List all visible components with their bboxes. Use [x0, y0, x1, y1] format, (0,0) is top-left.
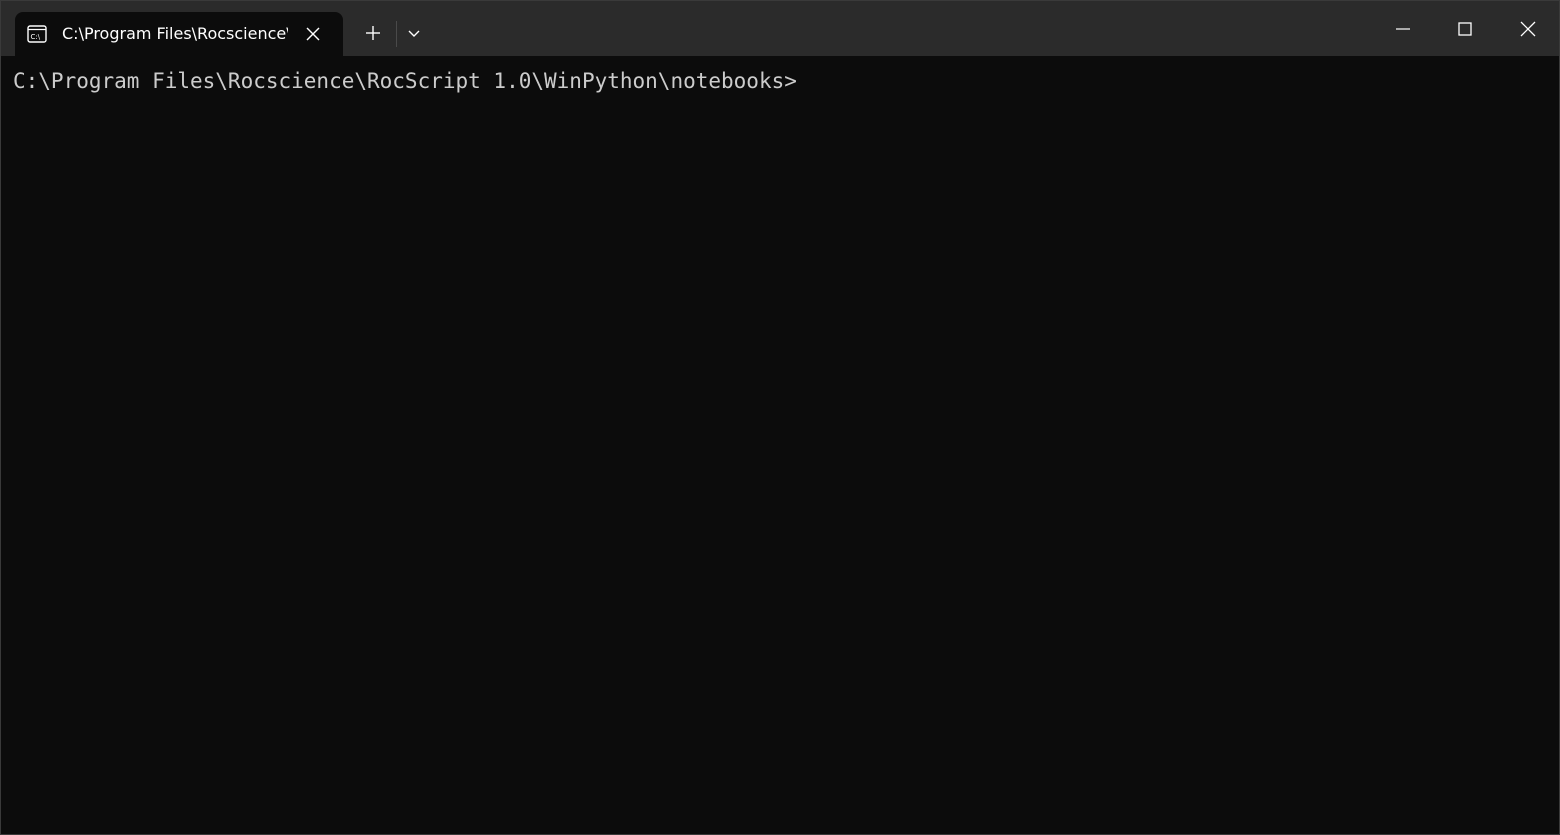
terminal-output[interactable]: C:\Program Files\Rocscience\RocScript 1.… [1, 56, 1559, 834]
tab-command-prompt[interactable]: C:\ C:\Program Files\Rocscience\RocScrip… [15, 12, 343, 56]
tab-separator [396, 21, 397, 47]
plus-icon[interactable] [359, 19, 387, 47]
tab-title: C:\Program Files\Rocscience\RocScript 1.… [62, 24, 288, 43]
tab-close-icon[interactable] [304, 25, 322, 43]
command-prompt-line: C:\Program Files\Rocscience\RocScript 1.… [13, 69, 797, 93]
close-button[interactable] [1497, 1, 1559, 56]
command-prompt-icon: C:\ [27, 25, 47, 43]
svg-text:C:\: C:\ [31, 33, 41, 41]
maximize-icon [1458, 22, 1472, 36]
close-icon [1520, 21, 1536, 37]
terminal-window: C:\ C:\Program Files\Rocscience\RocScrip… [0, 0, 1560, 835]
minimize-icon [1396, 28, 1410, 30]
title-bar[interactable]: C:\ C:\Program Files\Rocscience\RocScrip… [1, 1, 1559, 56]
minimize-button[interactable] [1372, 1, 1434, 56]
maximize-button[interactable] [1434, 1, 1496, 56]
chevron-down-icon[interactable] [402, 21, 426, 47]
